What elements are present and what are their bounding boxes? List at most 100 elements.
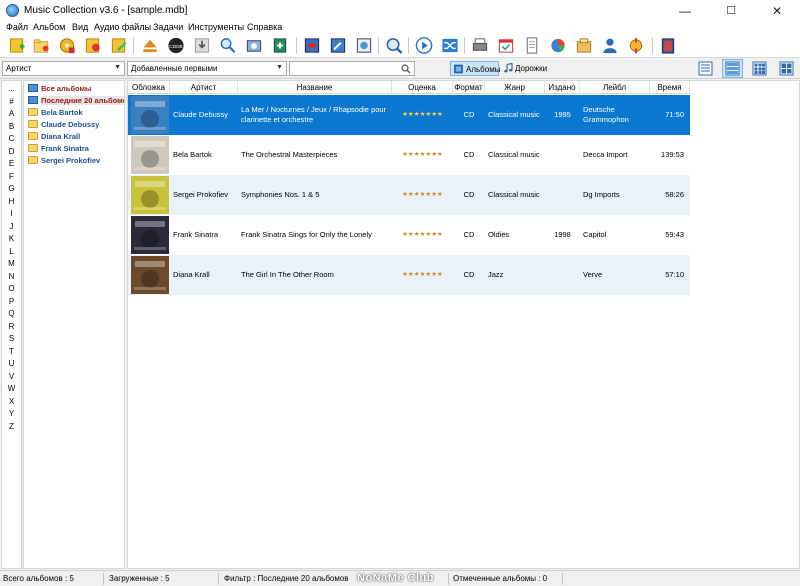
tree-item[interactable]: Claude Debussy — [28, 119, 124, 130]
edit-icon-button[interactable] — [328, 36, 348, 55]
scan-icon-button[interactable] — [244, 36, 264, 55]
tree-item[interactable]: Все альбомы — [28, 83, 124, 94]
cell-title-text: The Girl In The Other Room — [241, 270, 334, 279]
cell-rating: ★★★★★★★ — [392, 255, 453, 295]
alpha-index-item[interactable]: G — [2, 183, 21, 195]
play-icon-button[interactable] — [414, 36, 434, 55]
print-icon-button[interactable] — [470, 36, 490, 55]
column-header-rating[interactable]: Оценка — [392, 81, 453, 94]
image-view-icon-button[interactable] — [354, 36, 374, 55]
alpha-index-item[interactable]: A — [2, 108, 21, 120]
tree-item[interactable]: Frank Sinatra — [28, 143, 124, 154]
column-header-cover[interactable]: Обложка — [128, 81, 170, 94]
search-input[interactable] — [289, 61, 415, 76]
grid-view-button[interactable] — [749, 59, 770, 78]
search-online-icon-button[interactable] — [218, 36, 238, 55]
alpha-index-item[interactable]: N — [2, 271, 21, 283]
eject-icon-button[interactable] — [140, 36, 160, 55]
menu-album[interactable]: Альбом — [33, 22, 65, 33]
cover-view-button[interactable] — [776, 59, 797, 78]
cell-artist-text: Diana Krall — [173, 270, 210, 279]
alpha-index-item[interactable]: S — [2, 333, 21, 345]
alpha-index-item[interactable]: Q — [2, 308, 21, 320]
alpha-index-item[interactable]: ... — [2, 83, 21, 95]
alpha-index-item[interactable]: F — [2, 171, 21, 183]
alpha-index-item[interactable]: C — [2, 133, 21, 145]
add-album-icon-button[interactable] — [7, 36, 27, 55]
add-folder-icon-button[interactable] — [31, 36, 51, 55]
statistics-icon-button[interactable] — [548, 36, 568, 55]
alpha-index-item[interactable]: J — [2, 221, 21, 233]
alpha-index-item[interactable]: H — [2, 196, 21, 208]
alpha-index-item[interactable]: X — [2, 396, 21, 408]
alpha-index-item[interactable]: D — [2, 146, 21, 158]
add-folder-icon — [33, 39, 49, 53]
table-row[interactable]: Frank Sinatra Frank Sinatra Sings for Onl… — [128, 215, 690, 255]
list-view-button[interactable] — [722, 59, 743, 78]
tab-albums[interactable]: Альбомы — [450, 61, 500, 76]
column-header-format[interactable]: Формат — [453, 81, 485, 94]
delete-icon-button[interactable] — [302, 36, 322, 55]
import-cd-icon-button[interactable] — [57, 36, 77, 55]
alpha-index-item[interactable]: M — [2, 258, 21, 270]
maximize-button[interactable]: ☐ — [708, 0, 754, 22]
search-icon[interactable] — [401, 64, 411, 74]
minimize-button[interactable]: — — [662, 0, 708, 22]
cddb-icon-button[interactable]: CDDB — [166, 36, 186, 55]
alpha-index-item[interactable]: K — [2, 233, 21, 245]
column-header-artist[interactable]: Артист — [170, 81, 238, 94]
column-header-label[interactable]: Лейбл — [580, 81, 650, 94]
shuffle-icon-button[interactable] — [440, 36, 460, 55]
table-row[interactable]: Diana Krall The Girl In The Other Room ★★★… — [128, 255, 690, 295]
close-button[interactable]: ✕ — [754, 0, 800, 22]
user-icon-button[interactable] — [600, 36, 620, 55]
loan-icon-button[interactable] — [574, 36, 594, 55]
find-icon-button[interactable] — [384, 36, 404, 55]
menu-file[interactable]: Файл — [6, 22, 28, 33]
alpha-index-item[interactable]: L — [2, 246, 21, 258]
alpha-index-item[interactable]: # — [2, 96, 21, 108]
window-title: Music Collection v3.6 - [sample.mdb] — [24, 5, 188, 16]
help-icon-button[interactable] — [658, 36, 678, 55]
alpha-index-item[interactable]: T — [2, 346, 21, 358]
column-header-title[interactable]: Название — [238, 81, 392, 94]
column-header-time[interactable]: Время — [650, 81, 690, 94]
tree-item[interactable]: Bela Bartok — [28, 107, 124, 118]
tab-tracks[interactable]: Дорожки — [500, 61, 548, 76]
alpha-index-item[interactable]: B — [2, 121, 21, 133]
menu-help[interactable]: Справка — [247, 22, 282, 33]
add-image-icon-button[interactable] — [270, 36, 290, 55]
tree-item[interactable]: Sergei Prokofiev — [28, 155, 124, 166]
alpha-index-item[interactable]: O — [2, 283, 21, 295]
alpha-index-item[interactable]: E — [2, 158, 21, 170]
sort-select[interactable]: Добавленные первыми ▼ — [127, 61, 287, 76]
menu-tasks[interactable]: Задачи — [153, 22, 183, 33]
download-icon-button[interactable] — [192, 36, 212, 55]
alpha-index-item[interactable]: R — [2, 321, 21, 333]
alpha-index-item[interactable]: Y — [2, 408, 21, 420]
report-icon-button[interactable] — [522, 36, 542, 55]
tab-tracks-label: Дорожки — [515, 64, 548, 73]
tree-item[interactable]: Diana Krall — [28, 131, 124, 142]
import-files-icon-button[interactable] — [83, 36, 103, 55]
table-row[interactable]: Bela Bartok The Orchestral Masterpieces ★★… — [128, 135, 690, 175]
edit-album-icon-button[interactable] — [109, 36, 129, 55]
menu-tools[interactable]: Инструменты — [188, 22, 244, 33]
table-row[interactable]: Sergei Prokofiev Symphonies Nos. 1 & 5 ★★★… — [128, 175, 690, 215]
group-by-select[interactable]: Артист ▼ — [2, 61, 125, 76]
alpha-index-item[interactable]: I — [2, 208, 21, 220]
details-view-button[interactable] — [695, 59, 716, 78]
alpha-index-item[interactable]: Z — [2, 421, 21, 433]
menu-audio-files[interactable]: Аудио файлы — [94, 22, 151, 33]
column-header-genre[interactable]: Жанр — [485, 81, 545, 94]
alpha-index-item[interactable]: U — [2, 358, 21, 370]
alpha-index-item[interactable]: W — [2, 383, 21, 395]
table-row[interactable]: Claude Debussy La Mer / Nocturnes / Jeux … — [128, 95, 690, 135]
menu-view[interactable]: Вид — [72, 22, 88, 33]
alpha-index-item[interactable]: P — [2, 296, 21, 308]
tree-item[interactable]: Последние 20 альбомов — [28, 95, 124, 106]
export-icon-button[interactable] — [626, 36, 646, 55]
alpha-index-item[interactable]: V — [2, 371, 21, 383]
column-header-year[interactable]: Издано — [545, 81, 580, 94]
calendar-icon-button[interactable] — [496, 36, 516, 55]
